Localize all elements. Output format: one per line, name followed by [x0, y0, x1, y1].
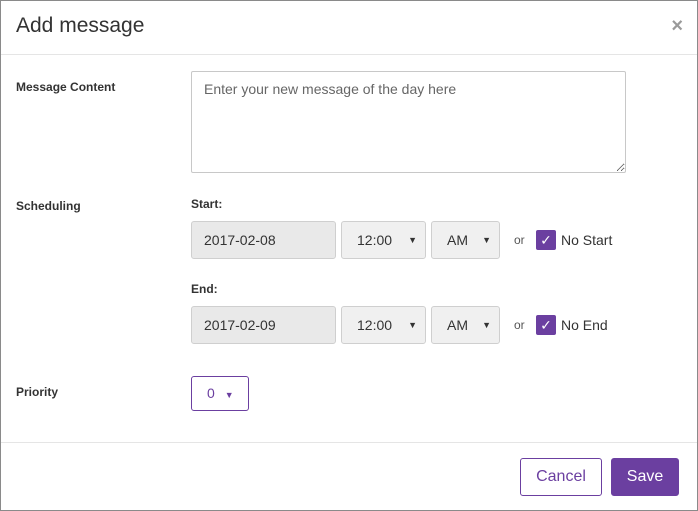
end-ampm-value: AM	[447, 317, 468, 333]
chevron-down-icon: ▼	[408, 320, 417, 330]
checkmark-icon: ✓	[540, 317, 552, 333]
cancel-button[interactable]: Cancel	[520, 458, 602, 496]
chevron-down-icon: ▼	[408, 235, 417, 245]
start-ampm-value: AM	[447, 232, 468, 248]
start-label: Start:	[191, 197, 223, 211]
dialog-title: Add message	[16, 14, 145, 37]
end-date-field[interactable]: 2017-02-09	[191, 306, 336, 344]
no-end-checkbox[interactable]: ✓	[536, 315, 556, 335]
start-time-select[interactable]: 12:00 ▼	[341, 221, 426, 259]
scheduling-label: Scheduling	[16, 199, 81, 213]
dialog-header: Add message ×	[1, 1, 697, 55]
chevron-down-icon: ▼	[482, 320, 491, 330]
chevron-down-icon: ▼	[482, 235, 491, 245]
priority-value: 0	[207, 385, 215, 401]
dialog-footer: Cancel Save	[1, 442, 697, 511]
priority-label: Priority	[16, 385, 59, 399]
add-message-dialog: Add message × Message Content Scheduling…	[0, 0, 698, 511]
caret-down-icon: ▼	[224, 390, 234, 400]
priority-dropdown[interactable]: 0 ▼	[191, 376, 249, 411]
message-content-input[interactable]	[191, 71, 626, 173]
save-button[interactable]: Save	[611, 458, 679, 496]
end-ampm-select[interactable]: AM ▼	[431, 306, 500, 344]
start-time-value: 12:00	[357, 232, 393, 248]
message-content-label: Message Content	[16, 80, 116, 94]
checkmark-icon: ✓	[540, 232, 552, 248]
start-date-field[interactable]: 2017-02-08	[191, 221, 336, 259]
start-ampm-select[interactable]: AM ▼	[431, 221, 500, 259]
end-time-value: 12:00	[357, 317, 393, 333]
no-start-checkbox[interactable]: ✓	[536, 230, 556, 250]
start-or-text: or	[514, 233, 525, 247]
end-time-select[interactable]: 12:00 ▼	[341, 306, 426, 344]
close-icon[interactable]: ×	[671, 16, 683, 36]
end-label: End:	[191, 282, 218, 296]
no-end-label[interactable]: No End	[561, 317, 608, 333]
no-start-label[interactable]: No Start	[561, 232, 612, 248]
end-or-text: or	[514, 318, 525, 332]
